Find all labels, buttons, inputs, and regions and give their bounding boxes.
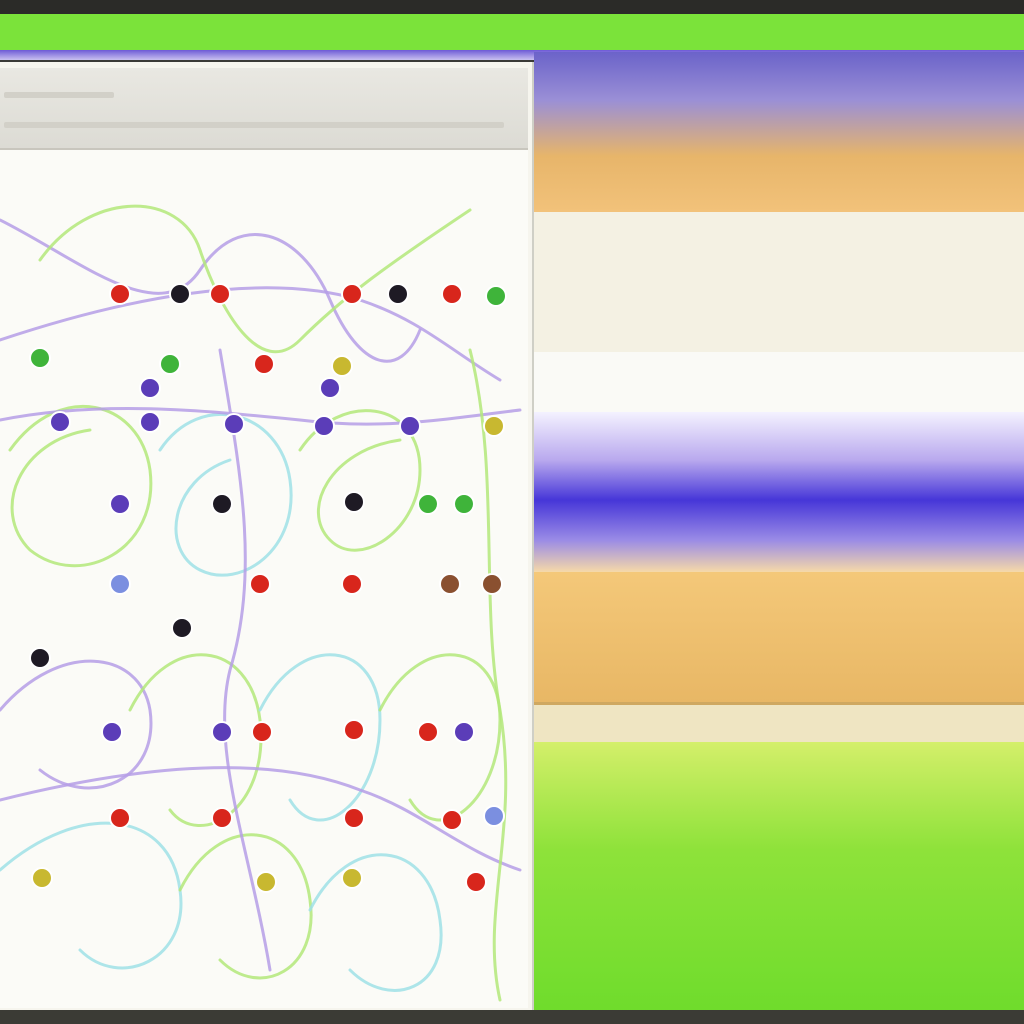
graph-node[interactable] bbox=[341, 283, 363, 305]
graph-node[interactable] bbox=[387, 283, 409, 305]
graph-node[interactable] bbox=[211, 807, 233, 829]
graph-node[interactable] bbox=[223, 413, 245, 435]
graph-node[interactable] bbox=[313, 415, 335, 437]
preview-band-green bbox=[534, 742, 1024, 1012]
graph-node[interactable] bbox=[31, 867, 53, 889]
graph-node[interactable] bbox=[319, 377, 341, 399]
graph-toolbar bbox=[0, 68, 528, 150]
graph-node[interactable] bbox=[439, 573, 461, 595]
graph-node[interactable] bbox=[159, 353, 181, 375]
graph-node[interactable] bbox=[109, 807, 131, 829]
graph-node[interactable] bbox=[109, 283, 131, 305]
graph-node[interactable] bbox=[485, 285, 507, 307]
graph-edge bbox=[0, 406, 522, 426]
graph-node[interactable] bbox=[417, 721, 439, 743]
graph-node[interactable] bbox=[211, 493, 233, 515]
bottom-edge bbox=[0, 1010, 1024, 1024]
graph-node[interactable] bbox=[343, 807, 365, 829]
graph-node[interactable] bbox=[209, 283, 231, 305]
graph-node[interactable] bbox=[453, 721, 475, 743]
graph-node[interactable] bbox=[29, 647, 51, 669]
graph-window[interactable] bbox=[0, 62, 532, 1010]
graph-node[interactable] bbox=[211, 721, 233, 743]
graph-node[interactable] bbox=[341, 867, 363, 889]
graph-node[interactable] bbox=[441, 283, 463, 305]
graph-node[interactable] bbox=[465, 871, 487, 893]
node-graph[interactable] bbox=[0, 150, 528, 1008]
graph-node[interactable] bbox=[139, 411, 161, 433]
graph-node[interactable] bbox=[139, 377, 161, 399]
preview-band-blank bbox=[534, 352, 1024, 412]
graph-node[interactable] bbox=[169, 283, 191, 305]
graph-node[interactable] bbox=[249, 573, 271, 595]
graph-node[interactable] bbox=[29, 347, 51, 369]
graph-node[interactable] bbox=[417, 493, 439, 515]
graph-node[interactable] bbox=[171, 617, 193, 639]
graph-node[interactable] bbox=[483, 805, 505, 827]
toolbar-label-placeholder bbox=[4, 92, 114, 98]
preview-band-amber bbox=[534, 572, 1024, 702]
top-edge bbox=[0, 0, 1024, 14]
graph-node[interactable] bbox=[255, 871, 277, 893]
preview-panel[interactable] bbox=[534, 52, 1024, 1012]
preview-band-top bbox=[534, 52, 1024, 212]
graph-node[interactable] bbox=[341, 573, 363, 595]
graph-node[interactable] bbox=[109, 573, 131, 595]
graph-node[interactable] bbox=[251, 721, 273, 743]
graph-node[interactable] bbox=[441, 809, 463, 831]
graph-node[interactable] bbox=[109, 493, 131, 515]
graph-edge bbox=[308, 853, 443, 992]
graph-node[interactable] bbox=[49, 411, 71, 433]
graph-node[interactable] bbox=[331, 355, 353, 377]
preview-band-list bbox=[534, 212, 1024, 352]
graph-node[interactable] bbox=[453, 493, 475, 515]
graph-edge bbox=[8, 404, 153, 568]
graph-node[interactable] bbox=[343, 719, 365, 741]
graph-node[interactable] bbox=[343, 491, 365, 513]
preview-band-gradient bbox=[534, 412, 1024, 572]
title-bar[interactable] bbox=[0, 14, 1024, 50]
graph-node[interactable] bbox=[101, 721, 123, 743]
graph-edge bbox=[378, 653, 502, 822]
toolbar-divider bbox=[4, 122, 504, 128]
graph-edge bbox=[0, 659, 153, 790]
graph-node[interactable] bbox=[483, 415, 505, 437]
graph-edge bbox=[0, 286, 502, 382]
graph-node[interactable] bbox=[253, 353, 275, 375]
graph-edge bbox=[0, 821, 183, 970]
graph-canvas[interactable] bbox=[0, 150, 528, 1008]
graph-node[interactable] bbox=[481, 573, 503, 595]
graph-node[interactable] bbox=[399, 415, 421, 437]
